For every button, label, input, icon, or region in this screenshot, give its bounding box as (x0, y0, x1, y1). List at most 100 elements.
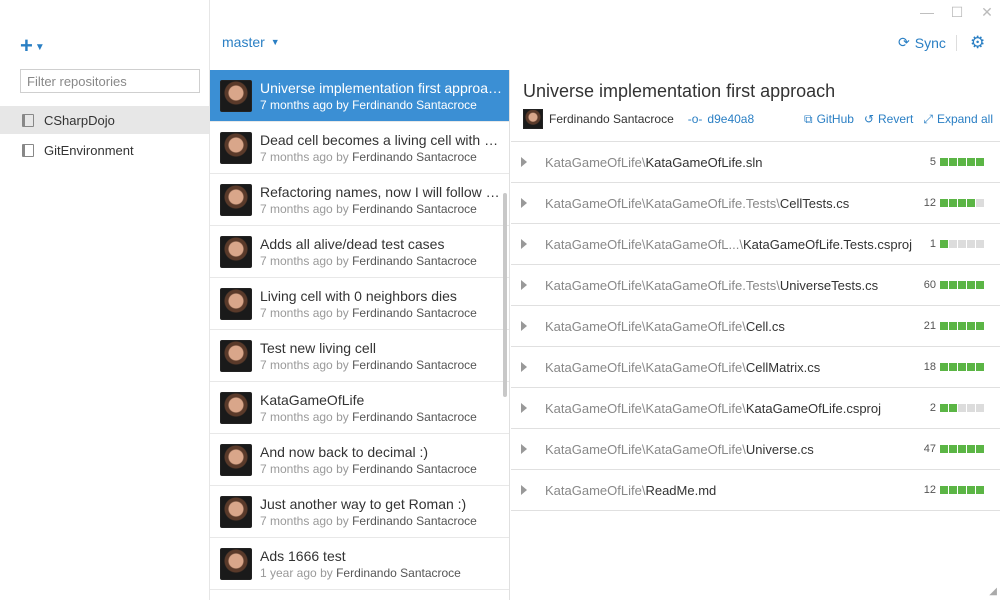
file-path: KataGameOfLife\KataGameOfLife.Tests\Cell… (545, 196, 849, 211)
commit-icon: -o- (687, 112, 703, 126)
file-dir: KataGameOfLife\KataGameOfL...\ (545, 236, 743, 252)
sync-label: Sync (914, 34, 946, 51)
diffstat-block (958, 199, 966, 207)
diffstat-block (976, 363, 984, 371)
commit-row-author: Ferdinando Santacroce (352, 305, 477, 320)
commit-row[interactable]: Dead cell becomes a living cell with 3 n… (210, 122, 509, 174)
commit-row[interactable]: Just another way to get Roman :) 7 months… (210, 486, 509, 538)
commit-row-time: 7 months ago (260, 513, 333, 528)
expand-triangle-icon[interactable] (521, 321, 527, 331)
diffstat-bars (940, 404, 984, 412)
expand-triangle-icon[interactable] (521, 403, 527, 413)
file-path: KataGameOfLife\KataGameOfLife.sln (545, 155, 763, 170)
revert-button[interactable]: ↺ Revert (864, 112, 913, 127)
diffstat-bars (940, 240, 984, 248)
github-button[interactable]: ⧉ GitHub (804, 112, 854, 127)
commit-row[interactable]: Test new living cell 7 months ago by Ferd… (210, 330, 509, 382)
expand-triangle-icon[interactable] (521, 239, 527, 249)
commit-row-author: Ferdinando Santacroce (336, 565, 461, 580)
diffstat: 2 (930, 402, 984, 414)
commit-row-author: Ferdinando Santacroce (352, 149, 477, 164)
changed-file-row[interactable]: KataGameOfLife\KataGameOfLife\Cell.cs 21 (511, 306, 1000, 347)
commit-row-author: Ferdinando Santacroce (352, 409, 477, 424)
commit-list-scrollbar[interactable] (503, 193, 507, 397)
changed-file-row[interactable]: KataGameOfLife\ReadMe.md 12 (511, 470, 1000, 511)
diffstat-count: 47 (923, 443, 936, 455)
commit-row-by: by (336, 97, 349, 112)
diffstat-block (958, 486, 966, 494)
diffstat: 21 (924, 320, 984, 332)
commit-row-meta: 7 months ago by Ferdinando Santacroce (260, 462, 502, 476)
expand-all-button[interactable]: ⤢ Expand all (923, 112, 993, 127)
commit-sha: d9e40a8 (707, 112, 755, 126)
file-path: KataGameOfLife\KataGameOfLife\Universe.c… (545, 442, 814, 457)
commit-row[interactable]: Living cell with 0 neighbors dies 7 month… (210, 278, 509, 330)
diffstat-block (940, 322, 948, 330)
repository-sidebar: + ▼ CSharpDojo GitEnvironment (0, 0, 210, 600)
commit-row[interactable]: Adds all alive/dead test cases 7 months a… (210, 226, 509, 278)
maximize-icon[interactable]: ☐ (950, 4, 964, 21)
repo-item-gitenvironment[interactable]: GitEnvironment (0, 136, 209, 164)
repo-label: GitEnvironment (44, 142, 134, 158)
changed-file-row[interactable]: KataGameOfLife\KataGameOfLife\Universe.c… (511, 429, 1000, 470)
changed-file-row[interactable]: KataGameOfLife\KataGameOfLife\CellMatrix… (511, 347, 1000, 388)
plus-icon: + (20, 33, 33, 58)
commit-row-author: Ferdinando Santacroce (352, 97, 477, 112)
diffstat-block (949, 199, 957, 207)
branch-selector[interactable]: master ▼ (222, 34, 280, 50)
branch-name: master (222, 34, 265, 50)
diffstat: 47 (924, 443, 984, 455)
resize-grip-icon[interactable]: ◢ (989, 586, 997, 597)
sync-button[interactable]: ⟳ Sync (898, 34, 946, 51)
commit-row-by: by (320, 565, 333, 580)
commit-info: Ads 1666 test 1 year ago by Ferdinando Sa… (260, 548, 502, 580)
minimize-icon[interactable]: — (920, 4, 934, 21)
avatar (220, 547, 252, 580)
commit-sha-link[interactable]: -o- d9e40a8 (688, 112, 754, 126)
commit-row-meta: 7 months ago by Ferdinando Santacroce (260, 410, 502, 424)
commit-row-meta: 7 months ago by Ferdinando Santacroce (260, 514, 502, 528)
commit-row[interactable]: Universe implementation first approach 7 … (210, 70, 509, 122)
file-path: KataGameOfLife\KataGameOfLife\Cell.cs (545, 319, 785, 334)
expand-triangle-icon[interactable] (521, 362, 527, 372)
gear-icon[interactable]: ⚙ (970, 33, 985, 53)
commit-row[interactable]: KataGameOfLife 7 months ago by Ferdinando… (210, 382, 509, 434)
close-icon[interactable]: ✕ (980, 4, 994, 21)
diffstat-block (967, 281, 975, 289)
commit-row-by: by (336, 513, 349, 528)
changed-file-row[interactable]: KataGameOfLife\KataGameOfLife.Tests\Cell… (511, 183, 1000, 224)
diffstat-block (949, 486, 957, 494)
expand-triangle-icon[interactable] (521, 198, 527, 208)
add-repository-button[interactable]: + ▼ (20, 33, 45, 59)
expand-triangle-icon[interactable] (521, 157, 527, 167)
changed-file-row[interactable]: KataGameOfLife\KataGameOfLife.Tests\Univ… (511, 265, 1000, 306)
commit-row-title: Living cell with 0 neighbors dies (260, 287, 457, 304)
file-name: KataGameOfLife.csproj (745, 400, 882, 416)
changed-file-row[interactable]: KataGameOfLife\KataGameOfL...\KataGameOf… (511, 224, 1000, 265)
changed-file-row[interactable]: KataGameOfLife\KataGameOfLife\KataGameOf… (511, 388, 1000, 429)
expand-triangle-icon[interactable] (521, 485, 527, 495)
diffstat-block (958, 445, 966, 453)
diffstat: 1 (930, 238, 984, 250)
repo-item-csharpdojo[interactable]: CSharpDojo (0, 106, 209, 134)
diffstat-block (940, 158, 948, 166)
file-dir: KataGameOfLife\KataGameOfLife\ (545, 400, 746, 416)
diffstat-count: 1 (929, 238, 936, 250)
expand-triangle-icon[interactable] (521, 280, 527, 290)
avatar (220, 495, 252, 528)
filter-repositories-input[interactable] (20, 69, 200, 93)
diffstat-block (967, 404, 975, 412)
diffstat: 5 (930, 156, 984, 168)
github-desktop-window: — ☐ ✕ + ▼ CSharpDojo GitEnvironment mast… (0, 0, 1000, 600)
diffstat-block (976, 404, 984, 412)
changed-file-row[interactable]: KataGameOfLife\KataGameOfLife.sln 5 (511, 142, 1000, 183)
file-path: KataGameOfLife\ReadMe.md (545, 483, 716, 498)
commit-row[interactable]: And now back to decimal :) 7 months ago b… (210, 434, 509, 486)
commit-row-time: 1 year ago (260, 565, 317, 580)
expand-triangle-icon[interactable] (521, 444, 527, 454)
commit-row[interactable]: Refactoring names, now I will follow rul… (210, 174, 509, 226)
diffstat-count: 12 (923, 484, 936, 496)
repo-label: CSharpDojo (44, 112, 115, 128)
commit-row[interactable]: Ads 1666 test 1 year ago by Ferdinando Sa… (210, 538, 509, 590)
diffstat-bars (940, 486, 984, 494)
